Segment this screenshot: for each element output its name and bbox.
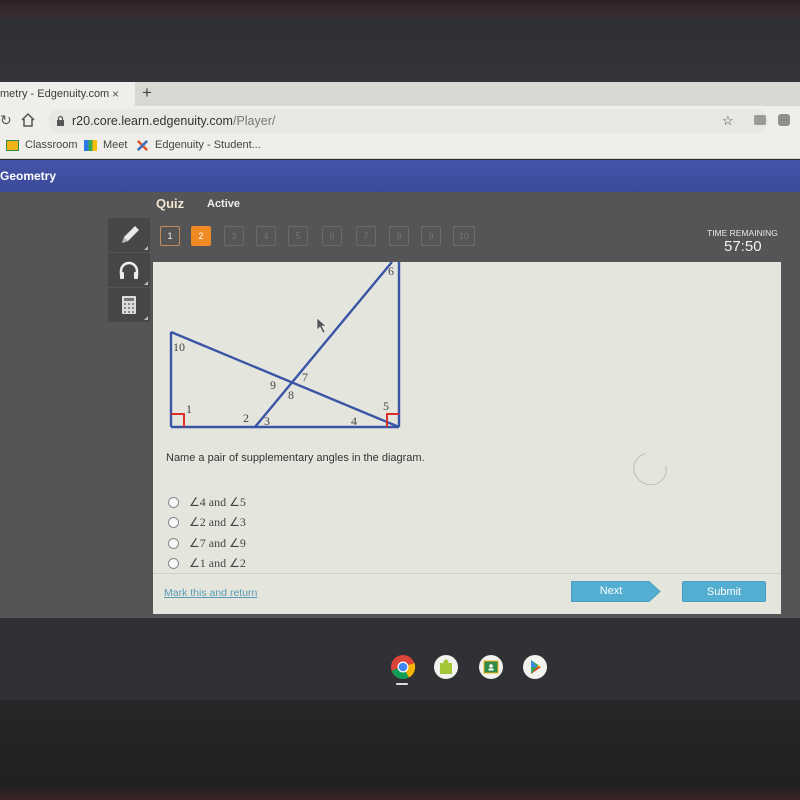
radio-button[interactable] [168, 538, 179, 549]
choice-text: ∠1 and ∠2 [189, 556, 246, 570]
activity-type-label: Quiz [156, 196, 185, 211]
angle-label-1: 1 [186, 402, 192, 416]
audio-tool-button[interactable] [108, 253, 150, 287]
browser-tab[interactable]: metry - Edgenuity.com × [0, 82, 135, 106]
reload-icon[interactable]: ↻ [0, 112, 12, 129]
tool-menu-corner-icon [144, 316, 148, 320]
pencil-tool-button[interactable] [108, 218, 150, 252]
question-nav-9: 9 [421, 226, 441, 246]
question-nav-10: 10 [453, 226, 475, 246]
tab-title: metry - Edgenuity.com [0, 88, 110, 100]
question-nav-3: 3 [224, 226, 244, 246]
angle-label-7: 7 [302, 370, 308, 384]
question-nav-7: 7 [356, 226, 376, 246]
geometry-diagram: 1 2 3 4 5 6 7 8 9 10 [169, 262, 401, 429]
tool-menu-corner-icon [144, 246, 148, 250]
url-path: /Player/ [232, 114, 276, 128]
radio-button[interactable] [168, 497, 179, 508]
time-remaining-value: 57:50 [724, 238, 762, 255]
screen-bezel-bottom [0, 700, 800, 800]
google-classroom-icon[interactable] [478, 654, 504, 680]
home-icon[interactable] [20, 112, 36, 128]
course-header: Geometry [0, 160, 800, 192]
lock-icon [57, 115, 64, 126]
browser-toolbar: ↻ r20.core.learn.edgenuity.com/Player/ ☆ [0, 106, 800, 136]
url-text[interactable]: r20.core.learn.edgenuity.com/Player/ [72, 114, 275, 128]
close-tab-icon[interactable]: × [112, 83, 119, 105]
angle-label-2: 2 [243, 411, 249, 425]
right-angle-marks [171, 413, 399, 427]
time-remaining-label: TIME REMAINING [707, 228, 778, 238]
answer-choice[interactable]: ∠4 and ∠5 [168, 495, 246, 510]
bookmark-star-icon[interactable]: ☆ [722, 113, 734, 129]
bookmark-meet[interactable]: Meet [84, 139, 127, 151]
angle-label-4: 4 [351, 414, 357, 428]
bookmarks-bar: Classroom Meet Edgenuity - Student... [0, 136, 800, 159]
next-label: Next [599, 585, 623, 597]
screen-bezel-top [0, 0, 800, 82]
chrome-icon[interactable] [390, 654, 416, 680]
question-prompt: Name a pair of supplementary angles in t… [166, 452, 425, 464]
course-title: Geometry [0, 169, 57, 183]
calculator-tool-button[interactable] [108, 288, 150, 322]
line-diagonal-ascending [254, 262, 393, 428]
question-nav-4: 4 [256, 226, 276, 246]
tool-menu-corner-icon [144, 281, 148, 285]
radio-button[interactable] [168, 558, 179, 569]
diagram-lines [169, 262, 401, 429]
choice-text: ∠7 and ∠9 [189, 536, 246, 550]
question-nav-8: 8 [389, 226, 409, 246]
question-nav-1[interactable]: 1 [160, 226, 180, 246]
bookmark-label: Edgenuity - Student... [155, 139, 261, 151]
angle-label-10: 10 [173, 340, 185, 354]
choice-text: ∠4 and ∠5 [189, 495, 246, 509]
google-meet-icon [84, 139, 97, 151]
right-angle-mark-1 [171, 413, 185, 427]
radio-button[interactable] [168, 517, 179, 528]
activity-status-label: Active [207, 198, 241, 210]
bookmark-label: Meet [103, 139, 128, 151]
bookmark-edgenuity[interactable]: Edgenuity - Student... [136, 139, 261, 151]
url-host: r20.core.learn.edgenuity.com [72, 114, 233, 128]
google-classroom-icon [6, 139, 19, 151]
edgenuity-icon [136, 139, 149, 151]
next-button[interactable]: Next [571, 581, 661, 602]
active-app-indicator [396, 683, 408, 685]
answer-choice[interactable]: ∠1 and ∠2 [168, 556, 246, 571]
question-nav-6: 6 [322, 226, 342, 246]
line-diagonal-descending [170, 330, 400, 429]
angle-label-5: 5 [383, 399, 389, 413]
bookmark-label: Classroom [25, 139, 78, 151]
extensions-puzzle-icon[interactable] [778, 114, 790, 126]
question-nav-5: 5 [288, 226, 308, 246]
answer-choice[interactable]: ∠7 and ∠9 [168, 536, 246, 551]
play-store-icon[interactable] [522, 654, 548, 680]
bookmark-classroom[interactable]: Classroom [6, 139, 78, 151]
angle-label-6: 6 [388, 264, 394, 278]
question-nav-2[interactable]: 2 [191, 226, 211, 246]
browser-tabstrip: metry - Edgenuity.com × + [0, 82, 800, 106]
mark-and-return-link[interactable]: Mark this and return [164, 587, 257, 599]
app-store-icon[interactable] [433, 654, 459, 680]
choice-text: ∠2 and ∠3 [189, 515, 246, 529]
extension-icon[interactable] [754, 115, 766, 125]
answer-choice[interactable]: ∠2 and ∠3 [168, 515, 246, 530]
mouse-cursor-icon [316, 317, 327, 334]
angle-label-8: 8 [288, 388, 294, 402]
footer-divider [153, 573, 781, 574]
angle-label-3: 3 [264, 414, 270, 428]
angle-label-9: 9 [270, 378, 276, 392]
new-tab-button[interactable]: + [142, 82, 152, 104]
submit-button[interactable]: Submit [682, 581, 766, 602]
